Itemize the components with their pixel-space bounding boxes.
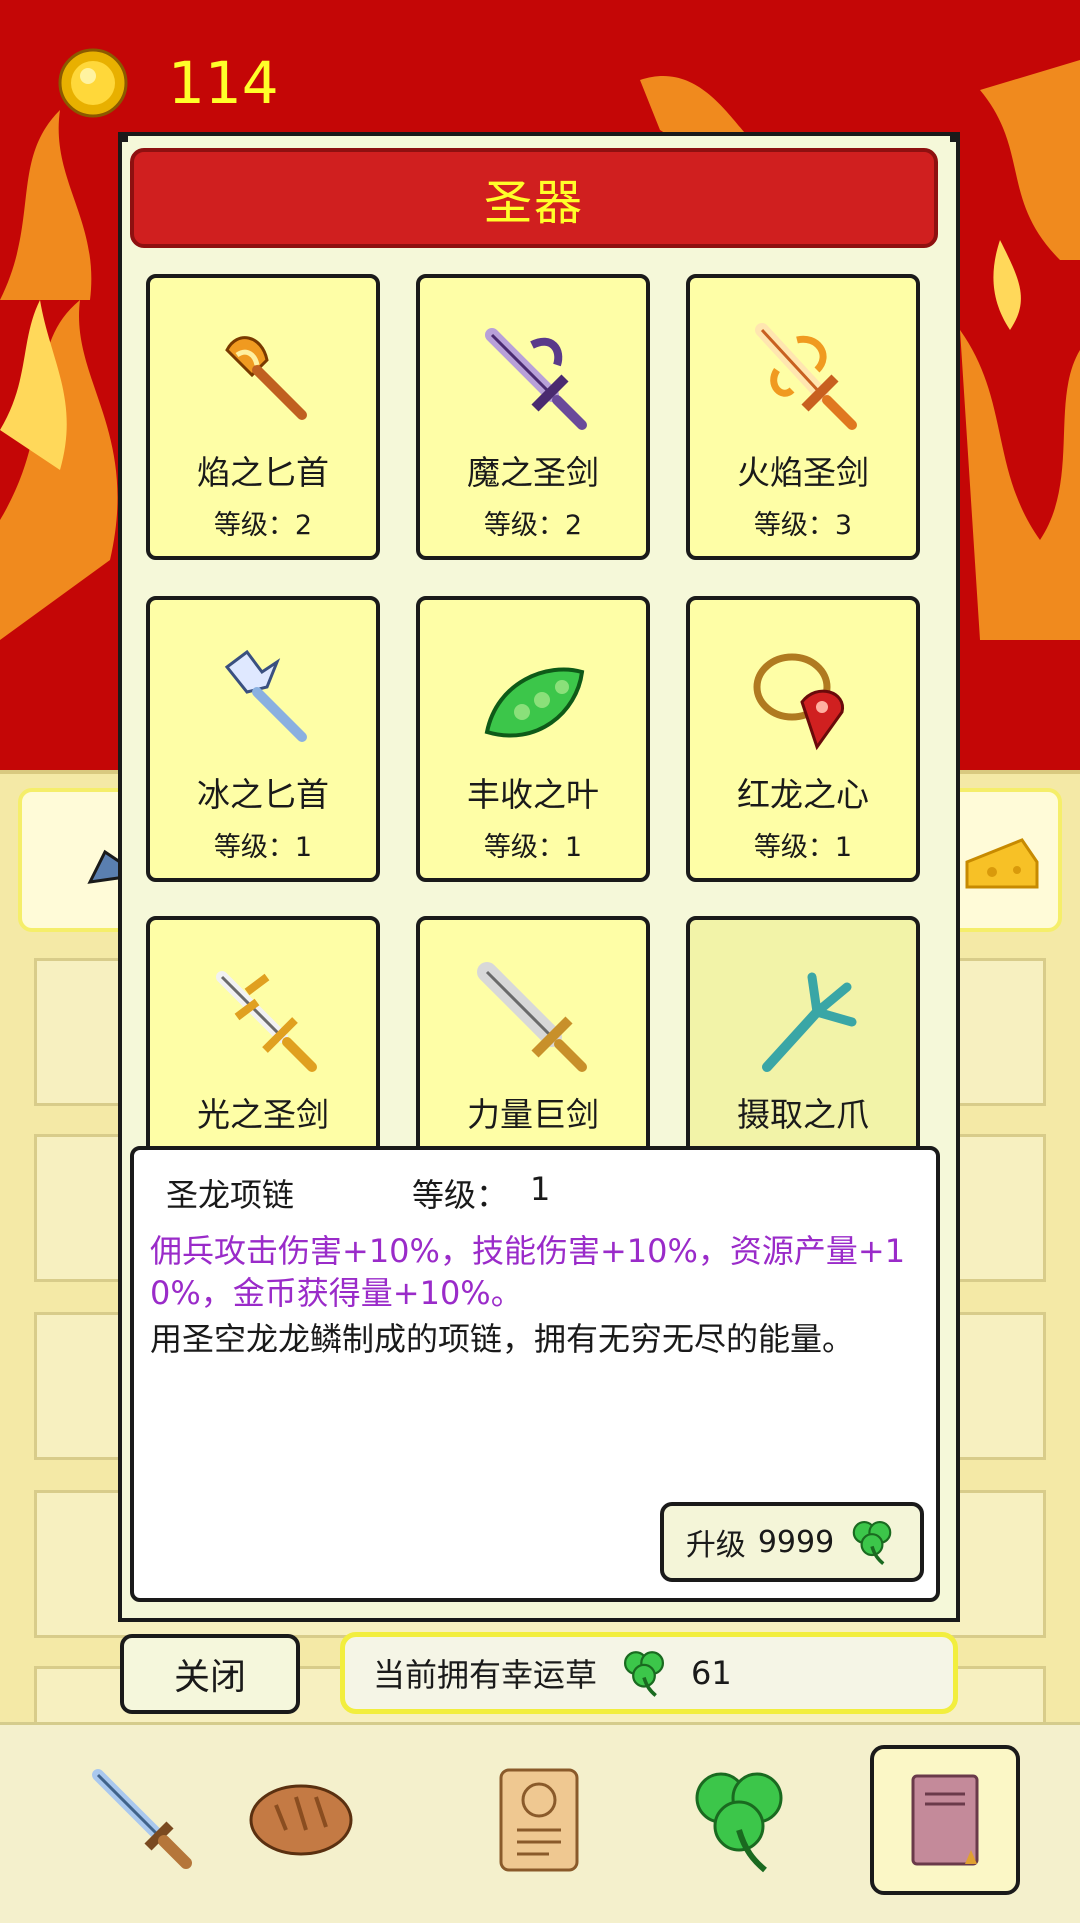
artifact-card-ice-dagger[interactable]: 冰之匕首 等级：1 — [146, 596, 380, 882]
artifact-name: 冰之匕首 — [197, 775, 329, 814]
artifact-name: 光之圣剑 — [197, 1095, 329, 1134]
artifact-name: 摄取之爪 — [737, 1095, 869, 1134]
clover-icon — [852, 1520, 892, 1565]
detail-effect-text: 佣兵攻击伤害+10%，技能伤害+10%，资源产量+10%，金币获得量+10%。 — [150, 1232, 906, 1312]
artifact-card-harvest-leaf[interactable]: 丰收之叶 等级：1 — [416, 596, 650, 882]
artifact-name: 力量巨剑 — [467, 1095, 599, 1134]
artifact-level: 等级：1 — [483, 832, 583, 863]
artifact-name: 丰收之叶 — [467, 775, 599, 814]
detail-level-value: 1 — [530, 1170, 551, 1208]
ice-dagger-icon — [224, 649, 307, 742]
tab-weapons[interactable] — [68, 1745, 218, 1895]
clover-icon — [623, 1651, 665, 1697]
light-sword-icon — [216, 971, 317, 1072]
artifact-card-flame-sword[interactable]: 火焰圣剑 等级：3 — [686, 274, 920, 560]
tab-clover[interactable] — [664, 1745, 814, 1895]
upgrade-cost: 9999 — [757, 1524, 835, 1560]
artifact-card-fire-dagger[interactable]: 焰之匕首 等级：2 — [146, 274, 380, 560]
flame-sword-icon — [755, 323, 857, 430]
coin-value: 114 — [168, 49, 279, 117]
artifact-name: 焰之匕首 — [197, 453, 329, 492]
upgrade-button[interactable]: 升级 9999 — [660, 1502, 924, 1582]
clover-icon — [695, 1772, 783, 1873]
dialog-title: 圣器 — [483, 175, 584, 231]
upgrade-label: 升级 — [685, 1528, 746, 1563]
artifact-name: 红龙之心 — [737, 775, 869, 814]
book-icon — [911, 1774, 979, 1866]
cheese-icon — [965, 838, 1039, 889]
artifact-level: 等级：1 — [213, 832, 313, 863]
demon-sword-icon — [485, 328, 587, 430]
artifact-card-red-dragon-heart[interactable]: 红龙之心 等级：1 — [686, 596, 920, 882]
clover-count-box: 当前拥有幸运草 61 — [340, 1632, 958, 1714]
gold-coin-icon — [58, 48, 128, 118]
artifact-level: 等级：1 — [753, 832, 853, 863]
artifact-level: 等级：3 — [753, 510, 853, 541]
tab-artifacts[interactable] — [870, 1745, 1020, 1895]
grasping-claw-icon — [762, 972, 857, 1072]
power-greatsword-icon — [477, 962, 587, 1072]
close-button[interactable]: 关闭 — [120, 1634, 300, 1714]
tab-food[interactable] — [226, 1745, 376, 1895]
bread-icon — [249, 1784, 353, 1856]
artifact-card-demon-sword[interactable]: 魔之圣剑 等级：2 — [416, 274, 650, 560]
bottom-tab-bar — [0, 1722, 1080, 1923]
clover-count-value: 61 — [691, 1654, 732, 1692]
red-dragon-heart-icon — [753, 653, 844, 751]
artifact-name: 火焰圣剑 — [737, 453, 869, 492]
clover-count-label: 当前拥有幸运草 — [373, 1656, 598, 1694]
scroll-icon — [499, 1768, 579, 1872]
harvest-leaf-icon — [484, 667, 585, 738]
coin-counter: 114 — [58, 48, 279, 118]
artifact-level: 等级：2 — [213, 510, 313, 541]
tab-quests[interactable] — [464, 1745, 614, 1895]
detail-level-label: 等级： — [412, 1176, 509, 1214]
artifact-name: 魔之圣剑 — [467, 453, 599, 492]
detail-description: 用圣空龙龙鳞制成的项链，拥有无穷无尽的能量。 — [150, 1320, 855, 1358]
artifact-level: 等级：2 — [483, 510, 583, 541]
detail-artifact-name: 圣龙项链 — [166, 1176, 295, 1214]
fire-dagger-icon — [225, 336, 307, 420]
sword-icon — [92, 1769, 192, 1869]
dialog-title-banner: 圣器 — [130, 148, 938, 248]
